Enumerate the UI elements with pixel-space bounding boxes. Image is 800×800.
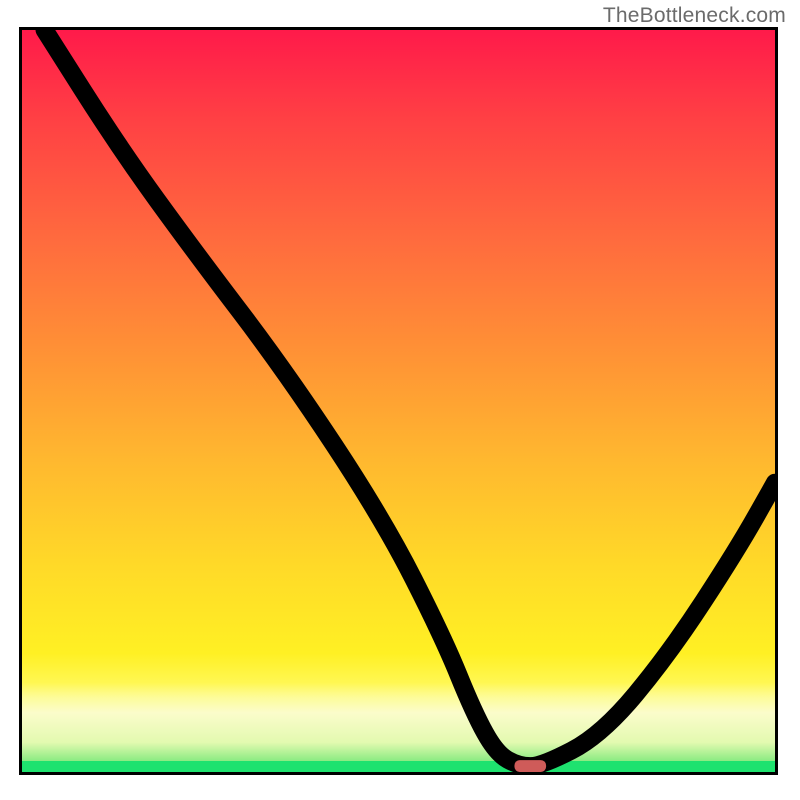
watermark-label: TheBottleneck.com xyxy=(603,4,786,28)
plot-area xyxy=(19,27,778,775)
curve-path xyxy=(45,30,775,766)
optimal-marker xyxy=(514,760,546,772)
bottleneck-curve xyxy=(22,30,775,772)
chart-frame: TheBottleneck.com xyxy=(0,0,800,800)
